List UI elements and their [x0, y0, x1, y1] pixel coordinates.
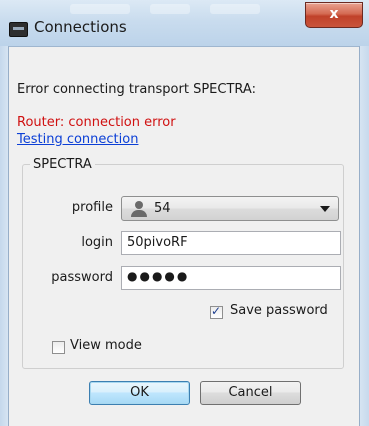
user-icon	[130, 201, 148, 217]
close-button[interactable]: x	[305, 2, 363, 28]
title-bar[interactable]: Connections x	[0, 0, 369, 47]
profile-select[interactable]: 54	[121, 196, 339, 221]
ok-button[interactable]: OK	[89, 381, 190, 405]
profile-label: profile	[71, 200, 113, 215]
chevron-down-icon	[320, 206, 330, 212]
window-frame-right	[359, 46, 369, 426]
router-error-message: Router: connection error	[17, 115, 176, 130]
password-input[interactable]: ●●●●●	[121, 266, 341, 290]
title-bar-ghost	[210, 4, 260, 14]
profile-value: 54	[154, 201, 171, 216]
error-message: Error connecting transport SPECTRA:	[17, 82, 256, 97]
connections-dialog: Connections x Error connecting transport…	[0, 0, 369, 426]
cancel-button[interactable]: Cancel	[200, 381, 301, 405]
title-bar-ghost	[150, 4, 190, 14]
close-icon: x	[329, 6, 339, 22]
password-label: password	[51, 270, 113, 285]
groupbox-title: SPECTRA	[30, 157, 95, 172]
view-mode-label: View mode	[70, 338, 142, 353]
app-icon	[9, 22, 28, 37]
save-password-checkbox[interactable]	[210, 304, 223, 319]
title-bar-ghost	[70, 4, 130, 14]
dialog-body: Error connecting transport SPECTRA: Rout…	[9, 47, 359, 426]
window-frame-left	[0, 46, 9, 426]
login-input[interactable]: 50pivoRF	[121, 231, 341, 255]
testing-connection-link[interactable]: Testing connection	[17, 132, 138, 147]
save-password-label: Save password	[230, 303, 328, 318]
login-label: login	[81, 235, 113, 250]
view-mode-checkbox[interactable]	[52, 341, 65, 354]
window-title: Connections	[34, 18, 127, 36]
